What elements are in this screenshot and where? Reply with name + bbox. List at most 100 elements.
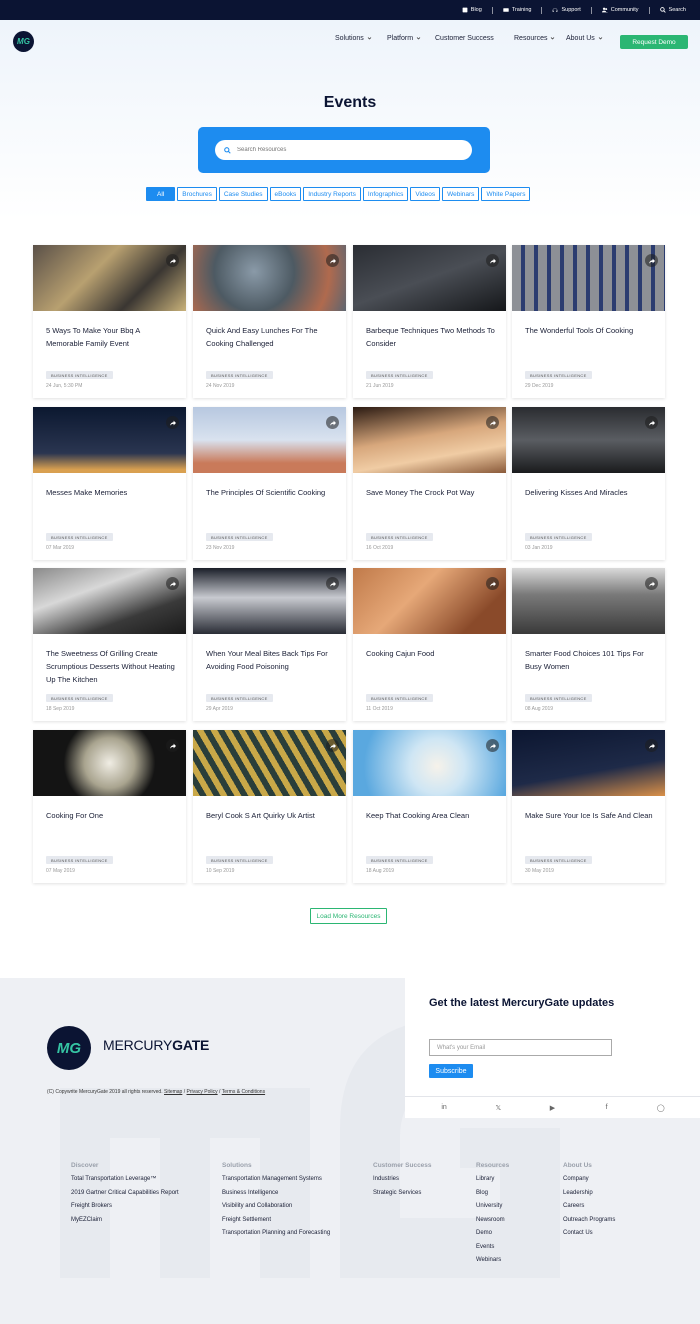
card-title[interactable]: Quick And Easy Lunches For The Cooking C… xyxy=(206,324,336,350)
sitemap-link[interactable]: Sitemap xyxy=(164,1089,182,1095)
load-more-button[interactable]: Load More Resources xyxy=(310,908,387,924)
footer-link[interactable]: MyEZClaim xyxy=(71,1214,179,1228)
card-title[interactable]: The Wonderful Tools Of Cooking xyxy=(525,324,655,337)
resource-card[interactable]: Keep That Cooking Area Clean BUSINESS INT… xyxy=(353,730,506,883)
filter-all[interactable]: All xyxy=(146,187,176,201)
card-title[interactable]: Delivering Kisses And Miracles xyxy=(525,486,655,499)
share-icon[interactable] xyxy=(326,254,339,267)
footer-link[interactable]: Library xyxy=(476,1173,509,1187)
filter-industry-reports[interactable]: Industry Reports xyxy=(303,187,361,201)
resource-card[interactable]: The Wonderful Tools Of Cooking BUSINESS I… xyxy=(512,245,665,398)
filter-webinars[interactable]: Webinars xyxy=(442,187,480,201)
footer-link[interactable]: Leadership xyxy=(563,1187,615,1201)
instagram-icon[interactable]: ◯ xyxy=(655,1104,667,1112)
resource-card[interactable]: Delivering Kisses And Miracles BUSINESS I… xyxy=(512,407,665,560)
card-title[interactable]: The Principles Of Scientific Cooking xyxy=(206,486,336,499)
filter-white-papers[interactable]: White Papers xyxy=(481,187,531,201)
resource-card[interactable]: Barbeque Techniques Two Methods To Consi… xyxy=(353,245,506,398)
email-field[interactable]: What's your Email xyxy=(429,1039,612,1056)
card-title[interactable]: Messes Make Memories xyxy=(46,486,176,499)
resource-card[interactable]: Beryl Cook S Art Quirky Uk Artist BUSINES… xyxy=(193,730,346,883)
category-tag[interactable]: BUSINESS INTELLIGENCE xyxy=(206,856,273,864)
footer-link[interactable]: Industries xyxy=(373,1173,432,1187)
footer-logo[interactable]: MG xyxy=(47,1026,91,1070)
category-tag[interactable]: BUSINESS INTELLIGENCE xyxy=(206,371,273,379)
share-icon[interactable] xyxy=(166,577,179,590)
category-tag[interactable]: BUSINESS INTELLIGENCE xyxy=(525,533,592,541)
share-icon[interactable] xyxy=(326,577,339,590)
resource-card[interactable]: When Your Meal Bites Back Tips For Avoid… xyxy=(193,568,346,721)
filter-brochures[interactable]: Brochures xyxy=(177,187,217,201)
linkedin-icon[interactable]: in xyxy=(438,1104,450,1111)
footer-link[interactable]: Newsroom xyxy=(476,1214,509,1228)
nav-customer-success[interactable]: Customer Success xyxy=(435,35,494,42)
subscribe-button[interactable]: Subscribe xyxy=(429,1064,473,1078)
footer-link[interactable]: Contact Us xyxy=(563,1227,615,1241)
filter-case-studies[interactable]: Case Studies xyxy=(218,187,268,201)
resource-card[interactable]: Make Sure Your Ice Is Safe And Clean BUSI… xyxy=(512,730,665,883)
category-tag[interactable]: BUSINESS INTELLIGENCE xyxy=(366,694,433,702)
card-title[interactable]: Barbeque Techniques Two Methods To Consi… xyxy=(366,324,496,350)
blog-link[interactable]: Blog xyxy=(462,7,482,13)
footer-link[interactable]: Outreach Programs xyxy=(563,1214,615,1228)
share-icon[interactable] xyxy=(645,739,658,752)
privacy-link[interactable]: Privacy Policy xyxy=(187,1089,218,1095)
nav-solutions[interactable]: Solutions xyxy=(335,35,372,42)
community-link[interactable]: Community xyxy=(601,7,639,13)
footer-link[interactable]: Freight Brokers xyxy=(71,1200,179,1214)
share-icon[interactable] xyxy=(645,577,658,590)
share-icon[interactable] xyxy=(486,577,499,590)
logo[interactable]: MG xyxy=(13,31,34,52)
youtube-icon[interactable]: ▶ xyxy=(546,1104,558,1112)
footer-link[interactable]: Blog xyxy=(476,1187,509,1201)
card-title[interactable]: Save Money The Crock Pot Way xyxy=(366,486,496,499)
resource-card[interactable]: Cooking Cajun Food BUSINESS INTELLIGENCE 1… xyxy=(353,568,506,721)
share-icon[interactable] xyxy=(645,416,658,429)
search-input[interactable] xyxy=(237,147,457,153)
footer-link[interactable]: Company xyxy=(563,1173,615,1187)
filter-infographics[interactable]: Infographics xyxy=(362,187,409,201)
category-tag[interactable]: BUSINESS INTELLIGENCE xyxy=(366,371,433,379)
category-tag[interactable]: BUSINESS INTELLIGENCE xyxy=(525,371,592,379)
share-icon[interactable] xyxy=(166,739,179,752)
request-demo-button[interactable]: Request Demo xyxy=(620,35,688,49)
search-box[interactable] xyxy=(215,140,472,160)
share-icon[interactable] xyxy=(486,416,499,429)
nav-platform[interactable]: Platform xyxy=(387,35,421,42)
card-title[interactable]: Smarter Food Choices 101 Tips For Busy W… xyxy=(525,647,655,673)
card-title[interactable]: 5 Ways To Make Your Bbq A Memorable Fami… xyxy=(46,324,176,350)
card-title[interactable]: The Sweetness Of Grilling Create Scrumpt… xyxy=(46,647,176,686)
footer-link[interactable]: Demo xyxy=(476,1227,509,1241)
footer-link[interactable]: Visibility and Collaboration xyxy=(222,1200,330,1214)
twitter-icon[interactable]: 𝕏 xyxy=(492,1104,504,1112)
share-icon[interactable] xyxy=(486,739,499,752)
share-icon[interactable] xyxy=(326,416,339,429)
footer-link[interactable]: Transportation Management Systems xyxy=(222,1173,330,1187)
category-tag[interactable]: BUSINESS INTELLIGENCE xyxy=(366,856,433,864)
card-title[interactable]: When Your Meal Bites Back Tips For Avoid… xyxy=(206,647,336,673)
resource-card[interactable]: Messes Make Memories BUSINESS INTELLIGENC… xyxy=(33,407,186,560)
footer-link[interactable]: Webinars xyxy=(476,1254,509,1268)
resource-card[interactable]: 5 Ways To Make Your Bbq A Memorable Fami… xyxy=(33,245,186,398)
category-tag[interactable]: BUSINESS INTELLIGENCE xyxy=(46,371,113,379)
facebook-icon[interactable]: f xyxy=(601,1104,613,1111)
card-title[interactable]: Beryl Cook S Art Quirky Uk Artist xyxy=(206,809,336,822)
resource-card[interactable]: Save Money The Crock Pot Way BUSINESS INT… xyxy=(353,407,506,560)
category-tag[interactable]: BUSINESS INTELLIGENCE xyxy=(525,856,592,864)
support-link[interactable]: Support xyxy=(552,7,581,13)
nav-about-us[interactable]: About Us xyxy=(566,35,603,42)
category-tag[interactable]: BUSINESS INTELLIGENCE xyxy=(206,694,273,702)
footer-link[interactable]: Total Transportation Leverage™ xyxy=(71,1173,179,1187)
terms-link[interactable]: Terms & Conditions xyxy=(222,1089,265,1095)
resource-card[interactable]: Smarter Food Choices 101 Tips For Busy W… xyxy=(512,568,665,721)
footer-link[interactable]: Transportation Planning and Forecasting xyxy=(222,1227,330,1241)
nav-resources[interactable]: Resources xyxy=(514,35,555,42)
resource-card[interactable]: Cooking For One BUSINESS INTELLIGENCE 07 M… xyxy=(33,730,186,883)
card-title[interactable]: Cooking For One xyxy=(46,809,176,822)
category-tag[interactable]: BUSINESS INTELLIGENCE xyxy=(46,694,113,702)
card-title[interactable]: Make Sure Your Ice Is Safe And Clean xyxy=(525,809,655,822)
share-icon[interactable] xyxy=(166,416,179,429)
category-tag[interactable]: BUSINESS INTELLIGENCE xyxy=(206,533,273,541)
resource-card[interactable]: The Sweetness Of Grilling Create Scrumpt… xyxy=(33,568,186,721)
category-tag[interactable]: BUSINESS INTELLIGENCE xyxy=(46,533,113,541)
